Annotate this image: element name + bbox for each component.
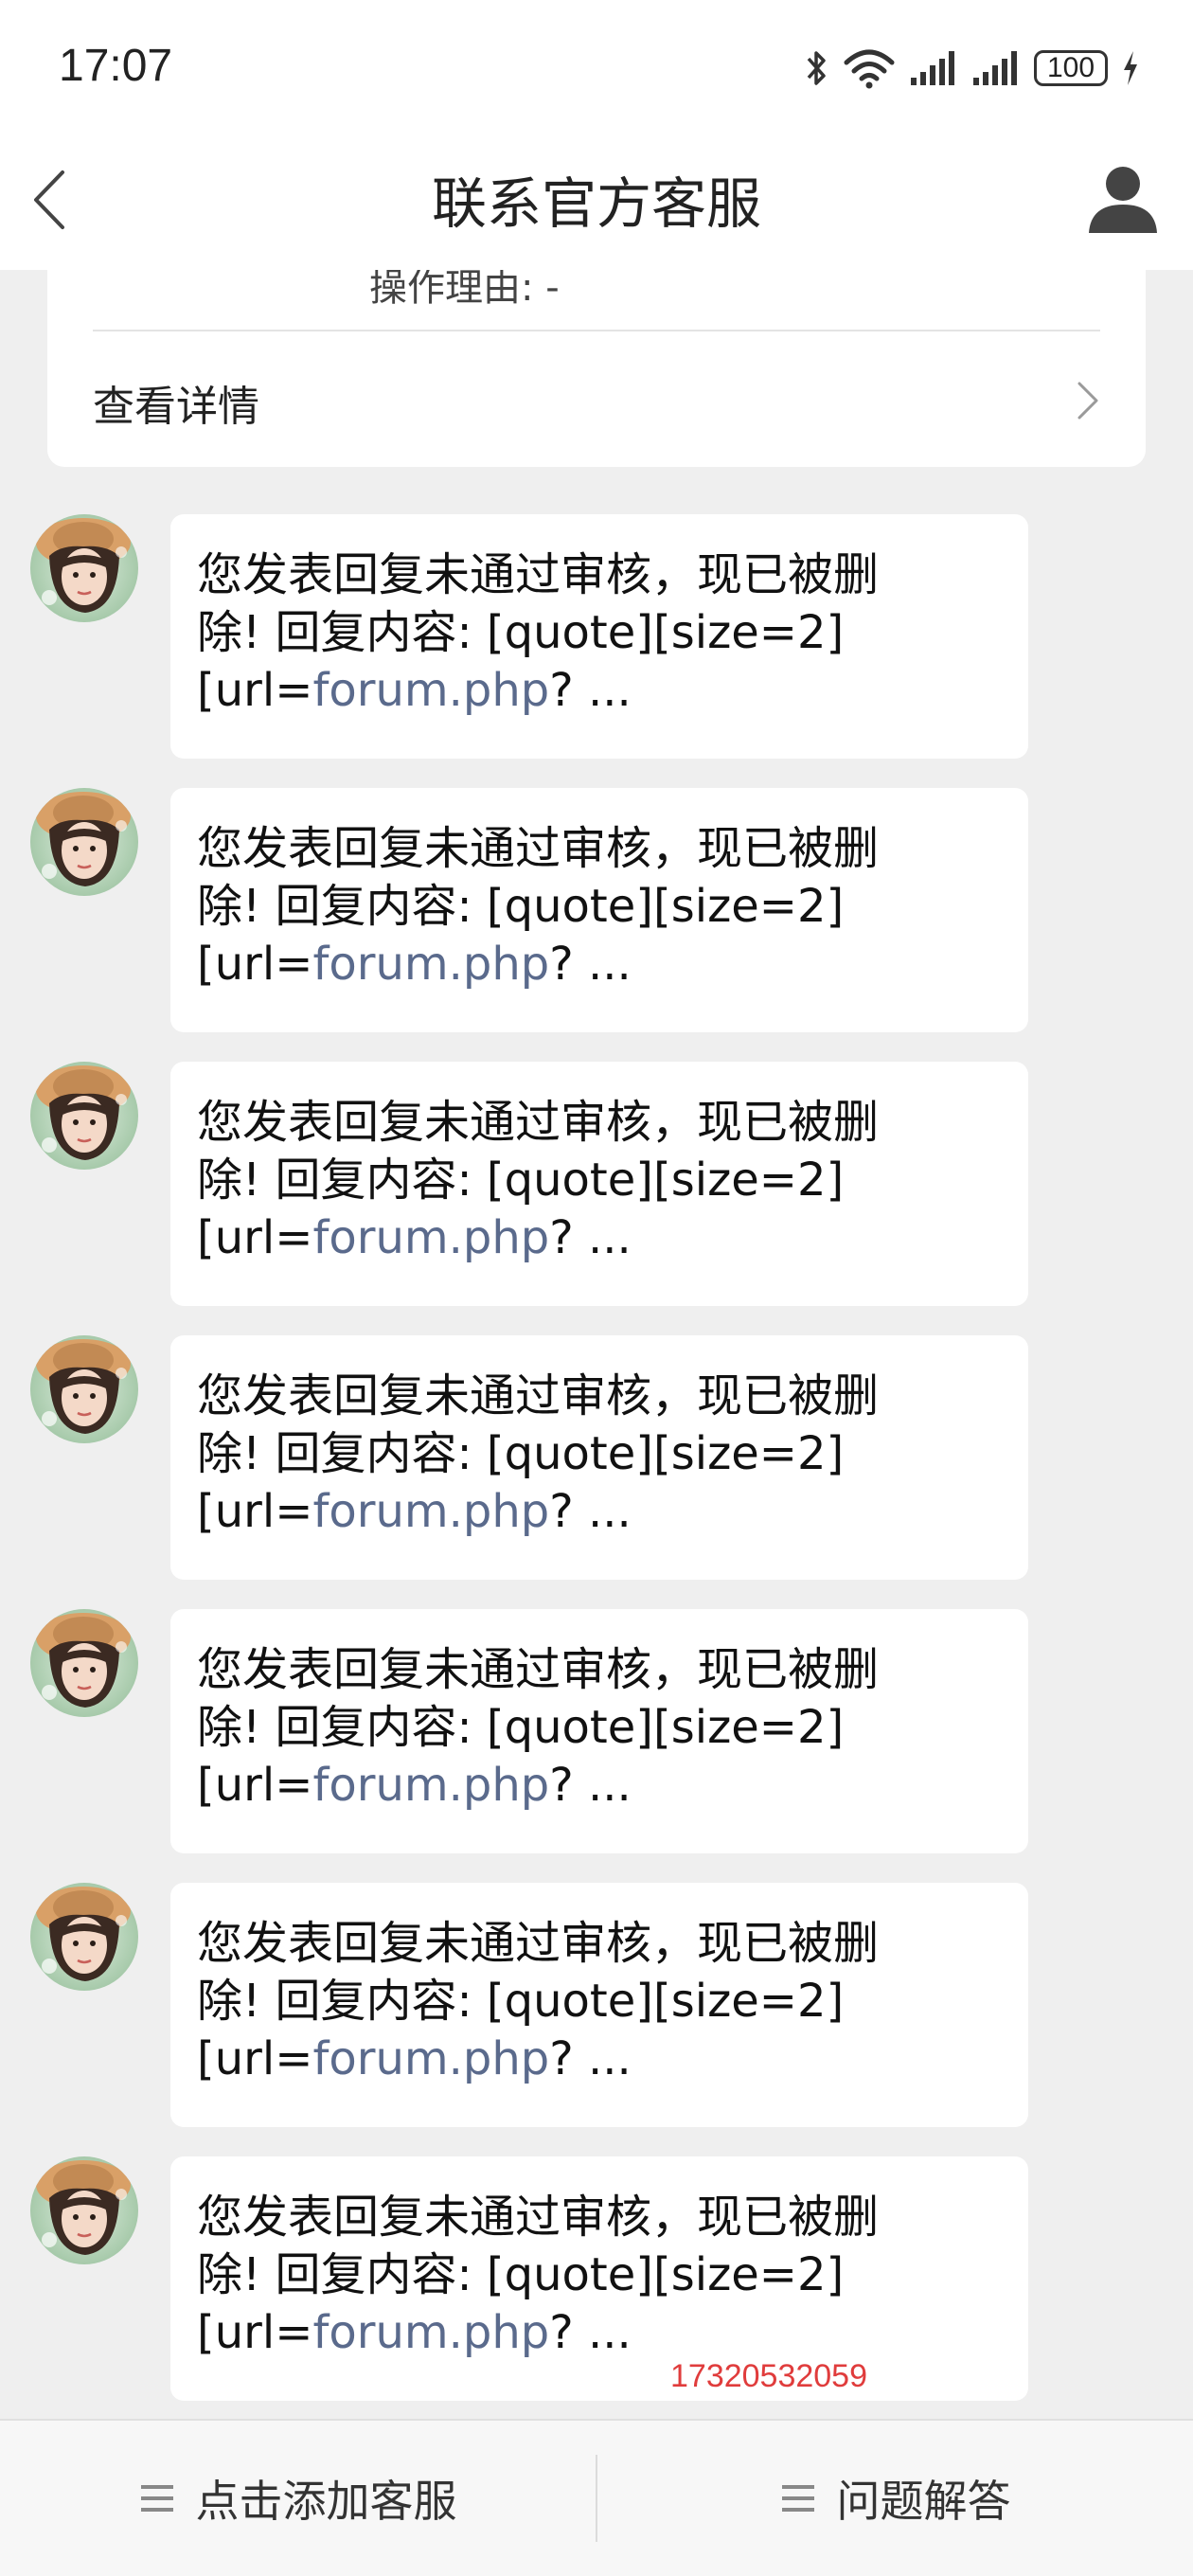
avatar[interactable] (30, 1062, 138, 1170)
message-line: [url=forum.php? ... (197, 2030, 1000, 2088)
message-text: ? ... (549, 2306, 632, 2359)
message-text: ? ... (549, 664, 632, 717)
forum-link[interactable]: forum.php (312, 938, 549, 991)
message-text: [url= (197, 664, 313, 717)
forum-link[interactable]: forum.php (312, 1485, 549, 1538)
forum-link[interactable]: forum.php (312, 2306, 549, 2359)
message-line: [url=forum.php? ... (197, 2304, 1000, 2362)
message-line: 您发表回复未通过审核，现已被删 (197, 548, 880, 601)
bottom-bar: 点击添加客服 问题解答 (0, 2419, 1193, 2576)
message-line: [url=forum.php? ... (197, 1757, 1000, 1815)
signal-icon (973, 51, 1017, 85)
message-text: [url= (197, 1211, 313, 1264)
divider (93, 330, 1100, 331)
message-line: [url=forum.php? ... (197, 662, 1000, 720)
message-line: 除! 回复内容: [quote][size=2] (197, 1701, 845, 1754)
message-line: 您发表回复未通过审核，现已被删 (197, 1917, 880, 1970)
wifi-icon (844, 49, 895, 89)
watermark-phone: 17320532059 (670, 2358, 868, 2394)
message-text: ? ... (549, 938, 632, 991)
message-item: 您发表回复未通过审核，现已被删 除! 回复内容: [quote][size=2][… (0, 1335, 1193, 1582)
faq-button[interactable]: 问题解答 (597, 2421, 1193, 2576)
message-text: [url= (197, 938, 313, 991)
message-item: 您发表回复未通过审核，现已被删 除! 回复内容: [quote][size=2][… (0, 2156, 1193, 2403)
bluetooth-icon (807, 51, 826, 85)
forum-link[interactable]: forum.php (312, 2032, 549, 2085)
avatar[interactable] (30, 2156, 138, 2264)
message-line: 除! 回复内容: [quote][size=2] (197, 880, 845, 933)
signal-icon (911, 51, 954, 85)
user-icon[interactable] (1085, 161, 1161, 237)
message-bubble[interactable]: 您发表回复未通过审核，现已被删 除! 回复内容: [quote][size=2][… (170, 514, 1028, 759)
message-line: 您发表回复未通过审核，现已被删 (197, 822, 880, 875)
message-text: ? ... (549, 1759, 632, 1812)
status-bar: 17:07 100 (0, 0, 1193, 133)
notice-card: 操作理由: - 查看详情 (47, 270, 1146, 467)
message-bubble[interactable]: 您发表回复未通过审核，现已被删 除! 回复内容: [quote][size=2][… (170, 1883, 1028, 2127)
message-line: 除! 回复内容: [quote][size=2] (197, 1154, 845, 1207)
message-line: 您发表回复未通过审核，现已被删 (197, 1643, 880, 1696)
add-service-label: 点击添加客服 (195, 2476, 457, 2527)
message-text: ? ... (549, 2032, 632, 2085)
forum-link[interactable]: forum.php (312, 1759, 549, 1812)
message-bubble[interactable]: 您发表回复未通过审核，现已被删 除! 回复内容: [quote][size=2][… (170, 788, 1028, 1032)
message-line: 除! 回复内容: [quote][size=2] (197, 1975, 845, 2028)
message-line: 除! 回复内容: [quote][size=2] (197, 1427, 845, 1480)
message-bubble[interactable]: 您发表回复未通过审核，现已被删 除! 回复内容: [quote][size=2][… (170, 1609, 1028, 1853)
message-text: [url= (197, 2032, 313, 2085)
status-icons: 100 (805, 42, 1140, 95)
page-title: 联系官方客服 (431, 171, 761, 236)
message-text: [url= (197, 2306, 313, 2359)
message-line: 您发表回复未通过审核，现已被删 (197, 1369, 880, 1422)
forum-link[interactable]: forum.php (312, 664, 549, 717)
message-bubble[interactable]: 您发表回复未通过审核，现已被删 除! 回复内容: [quote][size=2][… (170, 2156, 1028, 2401)
message-line: [url=forum.php? ... (197, 1209, 1000, 1267)
avatar[interactable] (30, 788, 138, 896)
message-text: ? ... (549, 1485, 632, 1538)
message-bubble[interactable]: 您发表回复未通过审核，现已被删 除! 回复内容: [quote][size=2][… (170, 1062, 1028, 1306)
status-time: 17:07 (59, 41, 173, 91)
chevron-right-icon (1077, 382, 1098, 420)
message-line: [url=forum.php? ... (197, 1483, 1000, 1541)
avatar[interactable] (30, 1335, 138, 1443)
charging-icon (1124, 51, 1137, 85)
menu-icon (781, 2485, 814, 2512)
message-line: 除! 回复内容: [quote][size=2] (197, 606, 845, 659)
avatar[interactable] (30, 1609, 138, 1717)
view-details-label: 查看详情 (93, 383, 259, 431)
message-line: 您发表回复未通过审核，现已被删 (197, 1096, 880, 1149)
message-text: [url= (197, 1485, 313, 1538)
message-line: [url=forum.php? ... (197, 936, 1000, 993)
message-text: ? ... (549, 1211, 632, 1264)
avatar[interactable] (30, 1883, 138, 1991)
message-line: 您发表回复未通过审核，现已被删 (197, 2191, 880, 2244)
message-item: 您发表回复未通过审核，现已被删 除! 回复内容: [quote][size=2][… (0, 1062, 1193, 1308)
forum-link[interactable]: forum.php (312, 1211, 549, 1264)
faq-label: 问题解答 (836, 2476, 1011, 2527)
message-item: 您发表回复未通过审核，现已被删 除! 回复内容: [quote][size=2][… (0, 514, 1193, 760)
message-item: 您发表回复未通过审核，现已被删 除! 回复内容: [quote][size=2][… (0, 1883, 1193, 2129)
message-item: 您发表回复未通过审核，现已被删 除! 回复内容: [quote][size=2][… (0, 788, 1193, 1034)
message-item: 您发表回复未通过审核，现已被删 除! 回复内容: [quote][size=2][… (0, 1609, 1193, 1855)
header: 联系官方客服 (0, 133, 1193, 270)
message-text: [url= (197, 1759, 313, 1812)
view-details-row[interactable]: 查看详情 (47, 332, 1146, 467)
avatar[interactable] (30, 514, 138, 622)
notice-partial-text: 操作理由: - (369, 270, 560, 310)
battery-icon: 100 (1034, 50, 1108, 86)
add-service-button[interactable]: 点击添加客服 (0, 2421, 596, 2576)
message-line: 除! 回复内容: [quote][size=2] (197, 2248, 845, 2301)
menu-icon (140, 2485, 173, 2512)
message-bubble[interactable]: 您发表回复未通过审核，现已被删 除! 回复内容: [quote][size=2][… (170, 1335, 1028, 1580)
